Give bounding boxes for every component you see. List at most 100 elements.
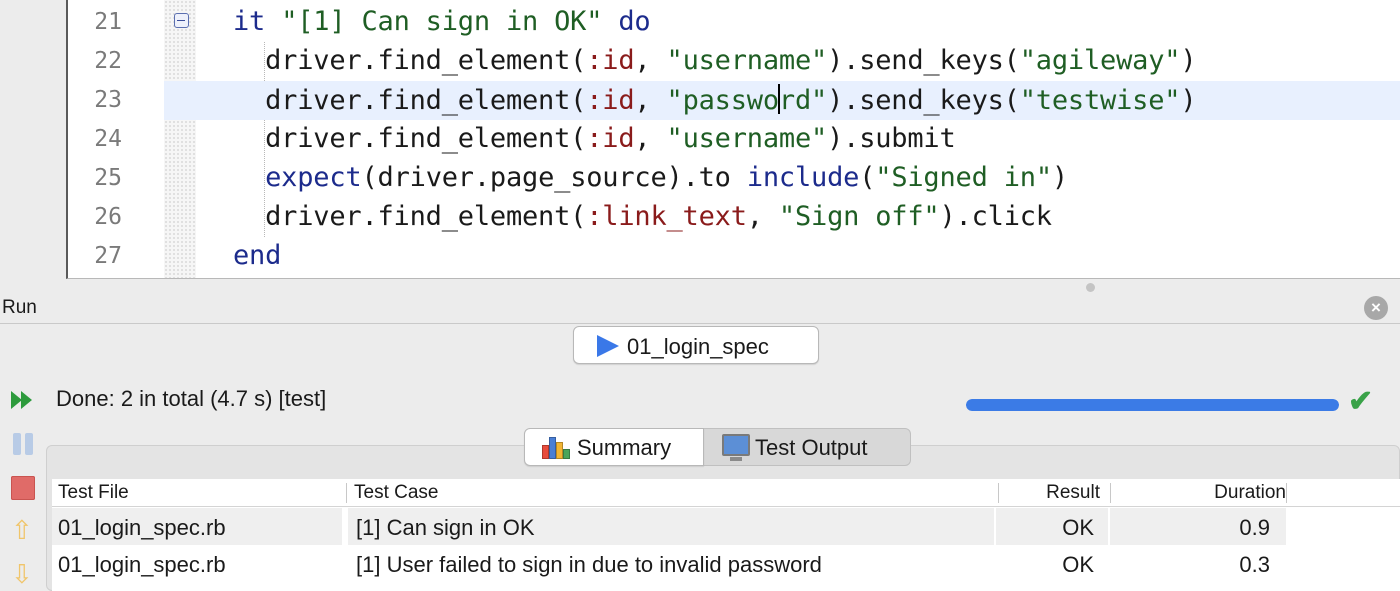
column-header-result[interactable]: Result xyxy=(1046,482,1100,504)
close-icon[interactable]: × xyxy=(1364,296,1388,320)
code-text: it "[1] Can sign in OK" do xyxy=(233,6,651,37)
code-line[interactable]: 25 expect(driver.page_source).to include… xyxy=(68,159,1400,198)
code-token: "username" xyxy=(666,123,828,154)
check-icon: ✔ xyxy=(1348,385,1374,418)
code-line[interactable]: 23 driver.find_element(:id, "password").… xyxy=(68,81,1400,120)
code-line[interactable]: 21 it "[1] Can sign in OK" do xyxy=(68,3,1400,42)
column-header-test-file[interactable]: Test File xyxy=(58,482,129,504)
cell-duration: 0.9 xyxy=(1239,515,1270,540)
fold-minus-icon[interactable] xyxy=(174,13,189,28)
run-tab-label: 01_login_spec xyxy=(627,334,769,359)
progress-bar xyxy=(966,399,1339,411)
code-text: expect(driver.page_source).to include("S… xyxy=(233,162,1068,193)
code-token: ) xyxy=(1180,45,1197,76)
cell-test-case: [1] User failed to sign in due to invali… xyxy=(356,552,822,577)
code-token: :id xyxy=(586,45,635,76)
cell-test-file: 01_login_spec.rb xyxy=(58,515,226,540)
run-panel-title: Run xyxy=(2,297,37,318)
code-token: ).send_keys( xyxy=(827,45,1020,76)
code-token: it xyxy=(233,6,266,37)
play-icon xyxy=(597,335,619,357)
gutter-cell: 23 xyxy=(68,81,164,120)
code-token: driver.find_element( xyxy=(233,45,587,76)
column-divider[interactable] xyxy=(1286,483,1287,503)
tab-test-output[interactable]: Test Output xyxy=(703,428,911,466)
line-number: 21 xyxy=(94,9,122,35)
run-panel: Run × 01_login_spec ⇧ ⇩ Done: 2 in total… xyxy=(0,283,1400,591)
line-number: 25 xyxy=(94,165,122,191)
code-token: do xyxy=(618,6,651,37)
code-text: driver.find_element(:id, "password").sen… xyxy=(233,84,1197,116)
code-line[interactable]: 26 driver.find_element(:link_text, "Sign… xyxy=(68,198,1400,237)
code-token: :id xyxy=(586,123,635,154)
line-number: 26 xyxy=(94,204,122,230)
code-token: driver.find_element( xyxy=(233,201,587,232)
cell-test-case: [1] Can sign in OK xyxy=(356,515,535,540)
code-token: , xyxy=(634,123,667,154)
line-number: 24 xyxy=(94,126,122,152)
progress-fill xyxy=(966,399,1339,411)
gutter-cell: 22 xyxy=(68,42,164,81)
code-text: end xyxy=(233,240,281,271)
cell-duration: 0.3 xyxy=(1239,552,1270,577)
cell-result: OK xyxy=(1062,552,1094,577)
column-divider[interactable] xyxy=(346,483,347,503)
cell-result: OK xyxy=(1062,515,1094,540)
run-toolbar: ⇧ ⇩ xyxy=(0,373,46,591)
separator xyxy=(0,323,1400,324)
code-line[interactable]: 22 driver.find_element(:id, "username").… xyxy=(68,42,1400,81)
run-status: Done: 2 in total (4.7 s) [test] xyxy=(56,386,327,411)
column-divider[interactable] xyxy=(1110,483,1111,503)
code-token: ) xyxy=(1051,162,1068,193)
code-token: "Sign off" xyxy=(778,201,940,232)
code-token: (driver.page_source).to xyxy=(361,162,747,193)
code-editor: 21 it "[1] Can sign in OK" do 22 driver.fi… xyxy=(0,0,1400,279)
column-header-test-case[interactable]: Test Case xyxy=(354,482,438,504)
code-token: ).send_keys( xyxy=(827,85,1020,116)
code-token: ( xyxy=(859,162,876,193)
code-token: ).click xyxy=(939,201,1052,232)
pause-icon[interactable] xyxy=(9,430,37,458)
monitor-icon xyxy=(722,434,750,461)
run-tab-01-login-spec[interactable]: 01_login_spec xyxy=(573,326,819,364)
code-text: driver.find_element(:id, "username").sen… xyxy=(233,45,1196,76)
table-row[interactable]: 01_login_spec.rb [1] User failed to sign… xyxy=(52,545,1400,582)
line-number: 23 xyxy=(94,87,122,113)
gutter-cell: 21 xyxy=(68,3,164,42)
cell-test-file: 01_login_spec.rb xyxy=(58,552,226,577)
code-token: "Signed in" xyxy=(875,162,1052,193)
column-divider[interactable] xyxy=(998,483,999,503)
tab-summary[interactable]: Summary xyxy=(524,428,704,466)
line-number: 22 xyxy=(94,48,122,74)
code-token: "agileway" xyxy=(1019,45,1181,76)
code-line[interactable]: 24 driver.find_element(:id, "username").… xyxy=(68,120,1400,159)
code-token: "username" xyxy=(666,45,828,76)
code-token: :id xyxy=(586,85,635,116)
code-token: driver.find_element( xyxy=(233,123,587,154)
column-header-duration[interactable]: Duration xyxy=(1214,482,1286,504)
results-table: Test File Test Case Result Duration 01_l… xyxy=(52,479,1400,591)
code-token: , xyxy=(634,85,667,116)
gutter-cell: 26 xyxy=(68,198,164,237)
code-token: driver.find_element( xyxy=(233,85,587,116)
code-token: include xyxy=(746,162,860,193)
code-token: rd" xyxy=(778,85,828,116)
code-token: ).submit xyxy=(827,123,956,154)
code-token: , xyxy=(746,201,779,232)
stop-icon[interactable] xyxy=(9,474,37,502)
line-number: 27 xyxy=(94,243,122,269)
resize-grip[interactable] xyxy=(1086,283,1095,292)
arrow-up-icon[interactable]: ⇧ xyxy=(9,517,37,545)
arrow-down-icon[interactable]: ⇩ xyxy=(9,561,37,589)
code-token: "passwo xyxy=(666,85,780,116)
gutter-cell: 27 xyxy=(68,237,164,276)
table-row[interactable]: 01_login_spec.rb [1] Can sign in OK OK 0… xyxy=(52,508,1400,545)
fast-forward-icon[interactable] xyxy=(9,386,37,414)
editor-pane[interactable]: 21 it "[1] Can sign in OK" do 22 driver.fi… xyxy=(66,0,1400,279)
code-text: driver.find_element(:id, "username").sub… xyxy=(233,123,956,154)
code-line[interactable]: 27 end xyxy=(68,237,1400,276)
code-text: driver.find_element(:link_text, "Sign of… xyxy=(233,201,1052,232)
